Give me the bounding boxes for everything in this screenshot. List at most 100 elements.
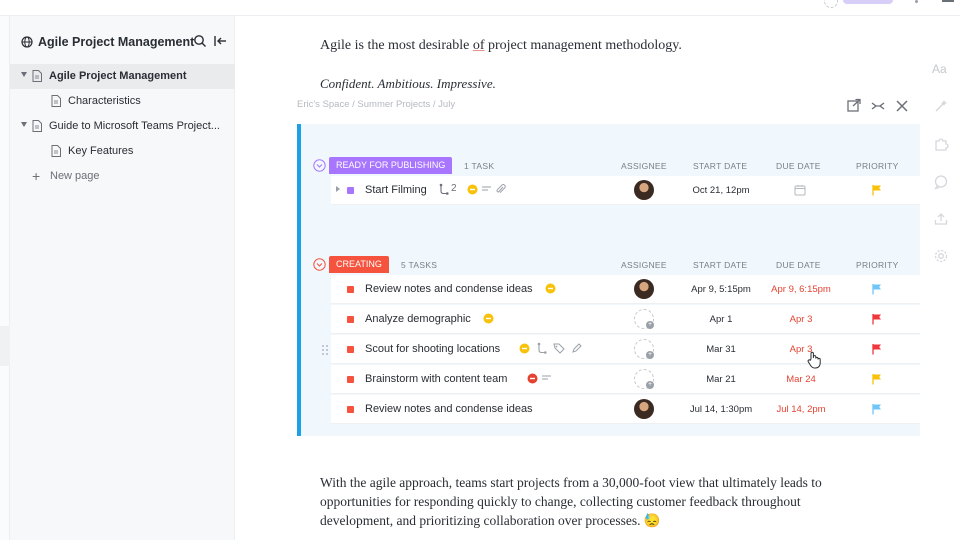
plus-icon: + — [646, 321, 654, 329]
task-row[interactable]: Review notes and condense ideas Apr 9, 5… — [331, 275, 920, 304]
caret-down-icon[interactable] — [21, 72, 27, 77]
avatar[interactable] — [634, 180, 654, 200]
subtask-icon[interactable] — [439, 183, 449, 196]
priority-flag-icon[interactable] — [871, 403, 883, 415]
collapse-embed-icon[interactable] — [870, 98, 886, 114]
column-header-due-date[interactable]: DUE DATE — [776, 260, 821, 270]
task-row[interactable]: Review notes and condense ideas Jul 14, … — [331, 395, 920, 424]
column-header-assignee[interactable]: ASSIGNEE — [621, 161, 667, 171]
task-count: 5 TASKS — [401, 260, 438, 270]
column-header-start-date[interactable]: START DATE — [693, 161, 747, 171]
task-name[interactable]: Analyze demographic — [365, 313, 471, 325]
column-header-priority[interactable]: PRIORITY — [856, 260, 899, 270]
status-square[interactable] — [347, 187, 354, 194]
more-icon[interactable] — [915, 0, 918, 3]
collapse-sidebar-icon[interactable] — [213, 34, 227, 48]
close-icon[interactable] — [894, 98, 910, 114]
drag-handle-icon[interactable] — [321, 344, 329, 356]
chevron-down-icon[interactable] — [313, 258, 326, 271]
priority-normal-icon[interactable] — [467, 184, 478, 195]
status-square[interactable] — [347, 316, 354, 323]
avatar[interactable] — [634, 279, 654, 299]
column-header-priority[interactable]: PRIORITY — [856, 161, 899, 171]
paragraph-agile-approach[interactable]: With the agile approach, teams start pro… — [320, 473, 860, 530]
calendar-icon[interactable] — [794, 184, 806, 196]
document-icon — [32, 70, 42, 82]
status-badge[interactable]: READY FOR PUBLISHING — [329, 157, 453, 174]
assign-avatar-placeholder[interactable]: + — [634, 369, 654, 389]
status-square[interactable] — [347, 406, 354, 413]
open-external-icon[interactable] — [846, 98, 862, 114]
task-row[interactable]: Brainstorm with content team + Mar 21 Ma… — [331, 365, 920, 394]
priority-flag-icon[interactable] — [871, 313, 883, 325]
assign-avatar-placeholder[interactable]: + — [634, 339, 654, 359]
task-row[interactable]: Start Filming 2 Oct 21, 12pm — [331, 176, 920, 205]
task-name[interactable]: Scout for shooting locations — [365, 343, 500, 355]
task-name[interactable]: Brainstorm with content team — [365, 373, 507, 385]
status-square[interactable] — [347, 346, 354, 353]
sidebar-header: Agile Project Management — [10, 30, 235, 54]
group-header-ready-for-publishing: READY FOR PUBLISHING 1 TASK ASSIGNEE STA… — [301, 157, 920, 177]
caret-right-icon[interactable] — [336, 186, 340, 192]
column-header-due-date[interactable]: DUE DATE — [776, 161, 821, 171]
attachment-icon[interactable] — [495, 184, 506, 195]
description-icon[interactable] — [481, 185, 492, 194]
gear-icon[interactable] — [933, 248, 949, 264]
due-date[interactable]: Apr 9, 6:15pm — [751, 284, 851, 295]
priority-flag-icon[interactable] — [871, 184, 883, 196]
task-name[interactable]: Start Filming — [365, 184, 427, 196]
right-toolbar: Aa — [926, 16, 960, 540]
sidebar-item-guide-ms-teams[interactable]: Guide to Microsoft Teams Project... — [10, 114, 235, 139]
subtask-icon[interactable] — [537, 342, 547, 355]
share-button[interactable] — [843, 0, 893, 4]
puzzle-icon[interactable] — [933, 136, 949, 152]
search-icon[interactable] — [193, 34, 207, 48]
document-area: Agile is the most desirable of project m… — [236, 16, 926, 540]
tag-icon[interactable] — [553, 343, 565, 354]
caret-down-icon[interactable] — [21, 122, 27, 127]
comment-icon[interactable] — [933, 174, 949, 190]
status-square[interactable] — [347, 286, 354, 293]
column-header-start-date[interactable]: START DATE — [693, 260, 747, 270]
sidebar-item-label: Key Features — [68, 145, 134, 157]
priority-normal-icon[interactable] — [483, 313, 494, 324]
paragraph-intro[interactable]: Agile is the most desirable of project m… — [320, 38, 682, 54]
menu-icon[interactable] — [942, 0, 954, 2]
priority-flag-icon[interactable] — [871, 283, 883, 295]
sidebar-item-label: Agile Project Management — [49, 70, 187, 82]
status-badge[interactable]: CREATING — [329, 256, 389, 273]
sidebar-item-agile-project-management[interactable]: Agile Project Management — [10, 64, 235, 89]
due-date[interactable]: Apr 3 — [751, 344, 851, 355]
edit-icon[interactable] — [571, 343, 582, 354]
task-name[interactable]: Review notes and condense ideas — [365, 403, 533, 415]
new-page-button[interactable]: + New page — [10, 164, 235, 189]
priority-normal-icon[interactable] — [545, 283, 556, 294]
priority-flag-icon[interactable] — [871, 373, 883, 385]
misspelled-word[interactable]: of — [473, 38, 485, 53]
task-row[interactable]: Analyze demographic + Apr 1 Apr 3 — [331, 305, 920, 334]
due-date[interactable]: Apr 3 — [751, 314, 851, 325]
priority-urgent-icon[interactable] — [527, 373, 538, 384]
priority-normal-icon[interactable] — [519, 343, 530, 354]
chevron-down-icon[interactable] — [313, 159, 326, 172]
task-name[interactable]: Review notes and condense ideas — [365, 283, 533, 295]
upload-icon[interactable] — [933, 211, 949, 227]
due-date[interactable]: Jul 14, 2pm — [751, 404, 851, 415]
text-format-icon[interactable]: Aa — [932, 62, 947, 76]
due-date[interactable]: Mar 24 — [751, 374, 851, 385]
avatar[interactable] — [634, 399, 654, 419]
presence-icon[interactable] — [824, 0, 838, 8]
sidebar-item-key-features[interactable]: Key Features — [10, 139, 235, 164]
task-row[interactable]: Scout for shooting locations + Mar 31 Ap… — [322, 335, 920, 364]
priority-flag-icon[interactable] — [871, 343, 883, 355]
magic-wand-icon[interactable] — [933, 98, 949, 114]
embed-breadcrumb[interactable]: Eric's Space / Summer Projects / July — [297, 99, 455, 110]
start-date[interactable]: Oct 21, 12pm — [671, 185, 771, 196]
description-icon[interactable] — [541, 374, 552, 383]
embedded-list-view: READY FOR PUBLISHING 1 TASK ASSIGNEE STA… — [297, 124, 920, 436]
status-square[interactable] — [347, 376, 354, 383]
column-header-assignee[interactable]: ASSIGNEE — [621, 260, 667, 270]
paragraph-tagline[interactable]: Confident. Ambitious. Impressive. — [320, 76, 496, 92]
assign-avatar-placeholder[interactable]: + — [634, 309, 654, 329]
sidebar-item-characteristics[interactable]: Characteristics — [10, 89, 235, 114]
